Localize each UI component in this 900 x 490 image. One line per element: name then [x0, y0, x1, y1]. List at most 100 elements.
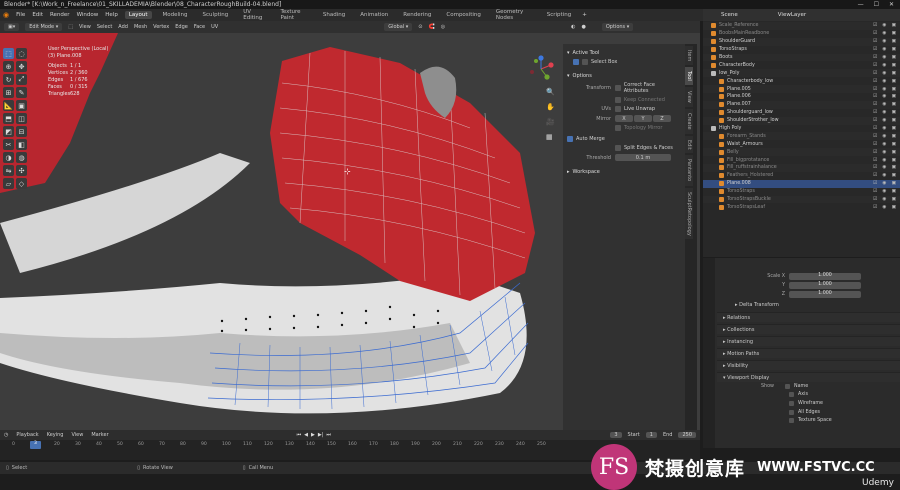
show-name-row[interactable]: Show Name [717, 382, 900, 391]
mode-selector[interactable]: Edit Mode ▾ [25, 23, 63, 31]
eye-icon[interactable]: ◉ [882, 165, 886, 170]
zoom-icon[interactable]: 🔍 [546, 88, 555, 96]
spin-tool-icon[interactable]: ◑ [3, 152, 14, 163]
outliner-row[interactable]: TorsoStraps ☑ ◉ ▣ [703, 188, 900, 196]
tab-sculpt-retopology[interactable]: SculptRetopology [685, 187, 693, 240]
timeline-menu-view[interactable]: View [71, 432, 83, 438]
workspace-tab-modeling[interactable]: Modeling [159, 11, 192, 19]
camera-render-icon[interactable]: ▣ [891, 71, 896, 76]
checkbox-icon[interactable]: ☑ [873, 197, 877, 202]
scale-x-field[interactable]: 1.000 [789, 272, 861, 280]
camera-render-icon[interactable]: ▣ [891, 39, 896, 44]
active-tool-section[interactable]: ▾ Active Tool [567, 50, 681, 56]
topology-mirror-row[interactable]: Topology Mirror [567, 125, 681, 131]
knife-tool-icon[interactable]: ✂ [3, 139, 14, 150]
tab-create[interactable]: Create [685, 108, 693, 134]
outliner-row[interactable]: Boots ☑ ◉ ▣ [703, 53, 900, 62]
select-box-tool-icon[interactable]: ⬚ [3, 48, 14, 59]
workspace-tab-texture-paint[interactable]: Texture Paint [276, 8, 311, 22]
tab-item[interactable]: Item [685, 46, 693, 66]
outliner-row[interactable]: TorsoStrapsBuckle ☑ ◉ ▣ [703, 195, 900, 204]
add-workspace-icon[interactable]: + [582, 12, 587, 18]
outliner-row[interactable]: Shoulderguard_low ☑ ◉ ▣ [703, 109, 900, 117]
outliner-row[interactable]: TorsoStraps ☑ ◉ ▣ [703, 46, 900, 54]
eye-icon[interactable]: ◉ [882, 158, 886, 163]
outliner-row[interactable]: Fill_bigprotatance ☑ ◉ ▣ [703, 156, 900, 164]
outliner-row[interactable]: ShoulderGuard ☑ ◉ ▣ [703, 37, 900, 46]
cursor-tool-icon[interactable]: ⊕ [3, 61, 14, 72]
scale-y-field[interactable]: 1.000 [789, 281, 861, 289]
eye-icon[interactable]: ◉ [882, 150, 886, 155]
eye-icon[interactable]: ◉ [882, 134, 886, 139]
auto-merge-row[interactable]: Auto Merge [567, 136, 681, 142]
camera-render-icon[interactable]: ▣ [891, 63, 896, 68]
camera-icon[interactable]: 🎥 [546, 118, 555, 126]
eye-icon[interactable]: ◉ [882, 55, 886, 60]
camera-render-icon[interactable]: ▣ [891, 134, 896, 139]
workspace-tab-shading[interactable]: Shading [319, 11, 349, 19]
checkbox-icon[interactable]: ☑ [873, 126, 877, 131]
editor-type-button[interactable]: ▣▾ [4, 23, 20, 31]
menu-edit[interactable]: Edit [32, 12, 43, 18]
checkbox-icon[interactable]: ☑ [873, 31, 877, 36]
select-box-row[interactable]: Select Box [573, 59, 681, 65]
motion-paths-section[interactable]: ▸ Motion Paths [717, 348, 900, 358]
camera-render-icon[interactable]: ▣ [891, 150, 896, 155]
options-section[interactable]: ▾ Options [567, 73, 681, 79]
checkbox-icon[interactable]: ☑ [873, 79, 877, 84]
workspace-tab-sculpting[interactable]: Sculpting [199, 11, 233, 19]
eye-icon[interactable]: ◉ [882, 173, 886, 178]
live-unwrap-row[interactable]: UVs Live Unwrap [567, 106, 681, 112]
outliner-row[interactable]: Waist_Armours ☑ ◉ ▣ [703, 140, 900, 148]
current-frame-field[interactable]: 3 [610, 432, 622, 438]
checkbox-icon[interactable]: ☑ [873, 94, 877, 99]
shear-tool-icon[interactable]: ▱ [3, 178, 14, 189]
timeline-menu-marker[interactable]: Marker [91, 432, 108, 438]
viewport-menu-mesh[interactable]: Mesh [134, 24, 147, 30]
menu-file[interactable]: File [16, 12, 25, 18]
scale-z-field[interactable]: 1.000 [789, 290, 861, 298]
viewport-menu-uv[interactable]: UV [211, 24, 218, 30]
camera-render-icon[interactable]: ▣ [891, 118, 896, 123]
outliner-row[interactable]: Belly ☑ ◉ ▣ [703, 148, 900, 157]
maximize-icon[interactable]: ☐ [874, 1, 879, 8]
eye-icon[interactable]: ◉ [882, 31, 886, 36]
camera-render-icon[interactable]: ▣ [891, 165, 896, 170]
eye-icon[interactable]: ◉ [882, 181, 886, 186]
transform-tool-icon[interactable]: ⊞ [3, 87, 14, 98]
auto-merge-checkbox[interactable] [567, 136, 573, 142]
threshold-field[interactable]: 0.1 m [615, 154, 671, 161]
camera-render-icon[interactable]: ▣ [891, 142, 896, 147]
rotate-tool-icon[interactable]: ↻ [3, 74, 14, 85]
relations-section[interactable]: ▸ Relations [717, 312, 900, 322]
extrude-tool-icon[interactable]: ⬒ [3, 113, 14, 124]
checkbox-icon[interactable]: ☑ [873, 142, 877, 147]
outliner-row[interactable]: Feathers_Holstered ☑ ◉ ▣ [703, 172, 900, 180]
viewport-display-section[interactable]: ▾ Viewport Display [717, 372, 900, 382]
outliner-row[interactable]: ShoulderStrother_low ☑ ◉ ▣ [703, 116, 900, 125]
menu-window[interactable]: Window [77, 12, 99, 18]
scale-tool-icon[interactable]: ⤢ [16, 74, 27, 85]
camera-render-icon[interactable]: ▣ [891, 31, 896, 36]
smooth-tool-icon[interactable]: ◍ [16, 152, 27, 163]
checkbox-icon[interactable]: ☑ [873, 55, 877, 60]
eye-icon[interactable]: ◉ [882, 197, 886, 202]
topology-mirror-checkbox[interactable] [615, 125, 621, 131]
checkbox-icon[interactable]: ☑ [873, 173, 877, 178]
correct-face-row[interactable]: Transform Correct Face Attributes [567, 82, 681, 94]
jump-start-icon[interactable]: ⏮ [297, 432, 302, 438]
eye-icon[interactable]: ◉ [882, 87, 886, 92]
camera-render-icon[interactable]: ▣ [891, 102, 896, 107]
eye-icon[interactable]: ◉ [882, 94, 886, 99]
checkbox-icon[interactable]: ☑ [873, 63, 877, 68]
checkbox-icon[interactable]: ☑ [873, 118, 877, 123]
viewport-menu-edge[interactable]: Edge [175, 24, 188, 30]
poly-build-tool-icon[interactable]: ◧ [16, 139, 27, 150]
loop-cut-tool-icon[interactable]: ⊟ [16, 126, 27, 137]
start-frame-field[interactable]: 1 [645, 432, 657, 438]
camera-render-icon[interactable]: ▣ [891, 197, 896, 202]
checkbox-icon[interactable]: ☑ [873, 39, 877, 44]
outliner-row[interactable]: High Poly ☑ ◉ ▣ [703, 125, 900, 133]
split-edges-checkbox[interactable] [615, 145, 621, 151]
instancing-section[interactable]: ▸ Instancing [717, 336, 900, 346]
